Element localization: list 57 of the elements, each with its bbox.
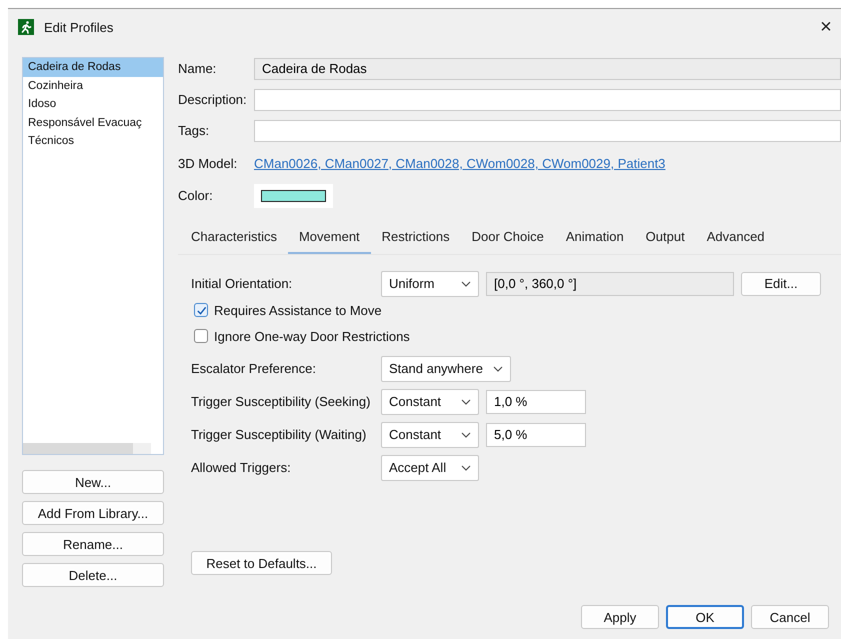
value-field[interactable]: [0,0 °, 360,0 °] <box>486 272 734 296</box>
close-button[interactable]: × <box>813 14 839 40</box>
tab[interactable]: Advanced <box>696 223 776 254</box>
setting-label: Allowed Triggers: <box>191 460 292 475</box>
field-label: 3D Model: <box>178 156 238 171</box>
profile-item[interactable]: Responsável Evacuaç <box>23 114 163 132</box>
checkbox-label: Requires Assistance to Move <box>214 302 382 318</box>
profile-button[interactable]: Add From Library... <box>22 501 164 525</box>
dropdown[interactable]: Constant <box>381 388 479 414</box>
chevron-down-icon <box>461 432 471 438</box>
profile-button[interactable]: Delete... <box>22 563 164 587</box>
horizontal-scrollbar[interactable] <box>23 443 151 454</box>
tab[interactable]: Movement <box>288 223 371 254</box>
dialog-button[interactable]: Apply <box>581 605 659 629</box>
dialog-button[interactable]: OK <box>666 605 744 629</box>
profile-item[interactable]: Idoso <box>23 95 163 114</box>
tab[interactable]: Output <box>634 223 696 254</box>
reset-button[interactable]: Reset to Defaults... <box>191 551 332 575</box>
setting-label: Escalator Preference: <box>191 361 318 376</box>
profile-button[interactable]: New... <box>22 470 164 494</box>
checkbox[interactable] <box>194 303 208 317</box>
field-label: Description: <box>178 92 248 107</box>
chevron-down-icon <box>461 280 471 286</box>
window-title: Edit Profiles <box>44 20 114 34</box>
chevron-down-icon <box>461 398 471 404</box>
edit-button[interactable]: Edit... <box>741 272 821 296</box>
value-field[interactable]: 1,0 % <box>486 390 586 414</box>
profile-button[interactable]: Rename... <box>22 532 164 556</box>
tab[interactable]: Animation <box>554 223 635 254</box>
profile-item[interactable]: Cadeira de Rodas <box>23 58 163 76</box>
checkbox[interactable] <box>194 329 208 343</box>
tab[interactable]: Door Choice <box>460 223 555 254</box>
dropdown[interactable]: Uniform <box>381 270 479 296</box>
setting-label: Trigger Susceptibility (Seeking) <box>191 394 372 409</box>
field-label: Tags: <box>178 123 210 138</box>
tags-field[interactable] <box>254 120 841 142</box>
chevron-down-icon <box>492 366 503 372</box>
color-picker[interactable] <box>254 184 333 208</box>
model-link[interactable]: CMan0026, CMan0027, CMan0028, CWom0028, CWom0029, Patient3 <box>254 156 666 171</box>
field-label: Color: <box>178 188 214 203</box>
checkbox-label: Ignore One-way Door Restrictions <box>214 328 410 344</box>
tab[interactable]: Restrictions <box>370 223 461 254</box>
dropdown[interactable]: Stand anywhere <box>381 356 511 382</box>
field-label: Name: <box>178 61 218 76</box>
description-field[interactable] <box>254 88 841 110</box>
name-field[interactable]: Cadeira de Rodas <box>254 58 841 80</box>
chevron-down-icon <box>461 464 471 470</box>
dialog-button[interactable]: Cancel <box>751 605 829 629</box>
tab[interactable]: Characteristics <box>180 223 288 254</box>
setting-label: Initial Orientation: <box>191 276 294 291</box>
profile-item[interactable]: Técnicos <box>23 132 163 150</box>
value-field[interactable]: 5,0 % <box>486 422 586 446</box>
dropdown[interactable]: Constant <box>381 422 479 448</box>
running-figure-icon <box>18 19 34 35</box>
dropdown[interactable]: Accept All <box>381 454 479 480</box>
profile-item[interactable]: Cozinheira <box>23 76 163 95</box>
setting-label: Trigger Susceptibility (Waiting) <box>191 427 368 442</box>
